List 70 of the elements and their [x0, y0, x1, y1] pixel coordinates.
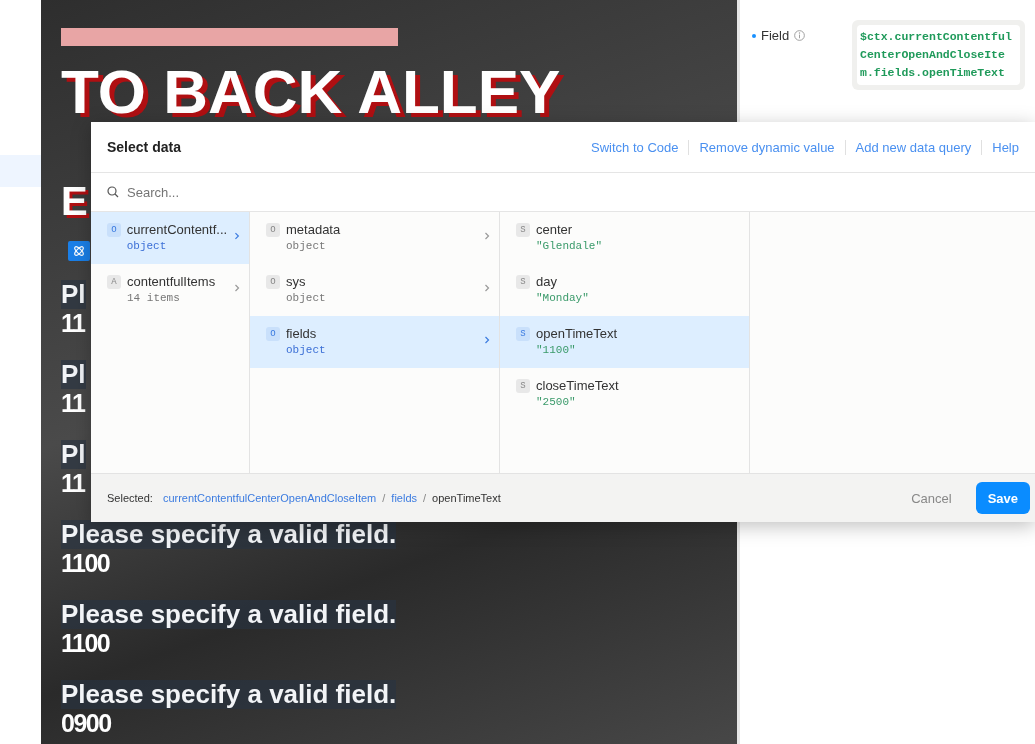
atom-icon — [73, 244, 85, 257]
item-name: center — [536, 222, 574, 237]
data-item[interactable]: S day "Monday" — [500, 264, 749, 316]
type-badge: A — [107, 275, 121, 289]
time-value: 1100 — [61, 548, 110, 578]
chevron-right-icon — [233, 232, 241, 240]
chevron-right-icon — [483, 232, 491, 240]
item-name: day — [536, 274, 558, 289]
path-link[interactable]: currentContentfulCenterOpenAndCloseItem — [162, 492, 377, 504]
time-value: 1100 — [61, 628, 110, 658]
type-badge: S — [516, 223, 530, 237]
path-link[interactable]: fields — [391, 492, 418, 504]
item-name: fields — [286, 326, 318, 341]
text-label: Please specify a valid field. — [61, 679, 397, 709]
data-item[interactable]: S center "Glendale" — [500, 212, 749, 264]
data-item[interactable]: O currentContentf... object — [91, 212, 249, 264]
selected-row-highlight — [0, 155, 41, 187]
type-badge: O — [107, 223, 121, 237]
text-label: Please specify a valid field. — [61, 599, 397, 629]
type-badge: O — [266, 275, 280, 289]
data-item[interactable]: S closeTimeText "2500" — [500, 368, 749, 420]
item-type: object — [126, 240, 168, 252]
item-type: object — [286, 344, 327, 356]
item-type: object — [286, 292, 327, 304]
data-item[interactable]: O fields object — [250, 316, 499, 368]
chevron-right-icon — [483, 336, 491, 344]
path-separator: / — [423, 492, 427, 504]
item-type: 14 items — [127, 292, 181, 304]
field-label: Field — [761, 28, 790, 43]
data-item[interactable]: A contentfulItems 14 items — [91, 264, 249, 316]
data-item[interactable]: O sys object — [250, 264, 499, 316]
text-label: Pl — [61, 439, 86, 469]
item-name: sys — [286, 274, 307, 289]
time-value: 11 — [61, 308, 85, 338]
chevron-right-icon — [483, 284, 491, 292]
path-separator: / — [382, 492, 386, 504]
text-label: Pl — [61, 279, 86, 309]
item-type: "Glendale" — [536, 240, 603, 252]
item-name: currentContentf... — [126, 222, 228, 237]
item-type: "Monday" — [536, 292, 590, 304]
item-name: openTimeText — [536, 326, 619, 341]
item-type: "2500" — [536, 396, 577, 408]
chevron-right-icon — [233, 284, 241, 292]
path-current: openTimeText — [432, 492, 501, 504]
item-type: "1100" — [536, 344, 577, 356]
item-name: closeTimeText — [536, 378, 620, 393]
item-type: object — [286, 240, 327, 252]
text-label: Pl — [61, 359, 86, 389]
hero-heading: TO BACK ALLEY — [61, 66, 561, 119]
type-badge: O — [266, 223, 280, 237]
bullet-dot — [752, 33, 756, 38]
time-value: 0900 — [61, 708, 111, 738]
selected-label: Selected: — [107, 492, 153, 504]
data-item[interactable]: S openTimeText "1100" — [500, 316, 749, 368]
code-field[interactable]: $ctx.currentContentfulCenterOpenAndCloseItem.fields.openTimeText — [852, 20, 1025, 90]
item-name: contentfulItems — [127, 274, 217, 289]
search-icon — [107, 186, 119, 198]
type-badge: S — [516, 327, 530, 341]
time-value: 11 — [61, 468, 85, 498]
component-tag[interactable] — [68, 240, 90, 261]
dialog-title: Select data — [107, 139, 181, 155]
search-field[interactable]: Search... — [125, 183, 1035, 201]
type-badge: O — [266, 327, 280, 341]
type-badge: S — [516, 379, 530, 393]
hero-heading-fragment: E — [61, 180, 88, 221]
info-icon — [794, 30, 806, 41]
time-value: 11 — [61, 388, 85, 418]
type-badge: S — [516, 275, 530, 289]
item-name: metadata — [286, 222, 342, 237]
data-item[interactable]: O metadata object — [250, 212, 499, 264]
